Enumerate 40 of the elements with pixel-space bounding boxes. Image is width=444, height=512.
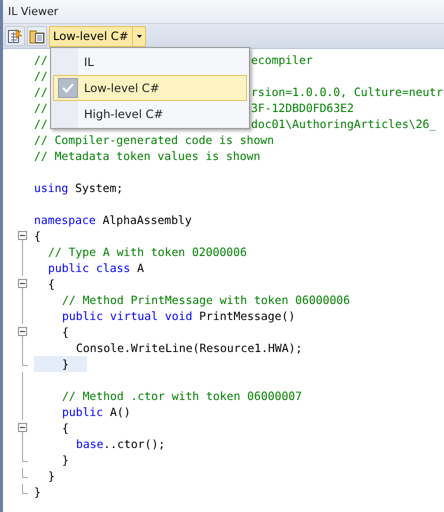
brace: } bbox=[34, 485, 41, 499]
code-line: public class A bbox=[48, 261, 144, 275]
code-comment: doc01\AuthoringArticles\26_ bbox=[251, 117, 436, 131]
code-comment: ecompiler bbox=[251, 53, 313, 67]
code-line: using System; bbox=[34, 180, 124, 196]
code-line: // Method .ctor with token 06000007 bbox=[62, 388, 302, 404]
code-line: public virtual void PrintMessage() bbox=[62, 309, 296, 323]
code-comment: // bbox=[34, 85, 48, 99]
brace: } bbox=[62, 453, 69, 467]
code-line: // Method PrintMessage with token 06000006 bbox=[62, 293, 350, 307]
caret-icon bbox=[136, 34, 142, 38]
brace: { bbox=[34, 229, 41, 243]
code-line: base..ctor(); bbox=[76, 437, 166, 451]
code-comment: // bbox=[34, 101, 48, 115]
window-title: IL Viewer bbox=[3, 0, 444, 24]
code-line: public A() bbox=[62, 405, 131, 419]
code-comment: // bbox=[34, 117, 48, 131]
collapse-icon[interactable] bbox=[18, 231, 27, 240]
brace: { bbox=[48, 277, 55, 291]
menu-item[interactable]: High-level C# bbox=[53, 101, 247, 127]
code-line: // Type A with token 02000006 bbox=[48, 245, 247, 259]
checkmark-icon bbox=[58, 78, 78, 98]
code-line: Console.WriteLine(Resource1.HWA); bbox=[76, 341, 302, 355]
brace: { bbox=[62, 325, 69, 339]
code-line: // Metadata token values is shown bbox=[34, 149, 260, 163]
brace: { bbox=[62, 421, 69, 435]
code-comment: rsion=1.0.0.0, Culture=neutr bbox=[251, 85, 444, 99]
code-comment: // bbox=[34, 53, 48, 67]
code-line: // Compiler-generated code is shown bbox=[34, 133, 274, 147]
view-dropdown[interactable]: Low-level C# bbox=[49, 26, 146, 46]
collapse-icon[interactable] bbox=[18, 423, 27, 432]
code-comment: // bbox=[34, 69, 48, 83]
brace: } bbox=[48, 469, 55, 483]
menu-item[interactable]: IL bbox=[53, 49, 247, 75]
collapse-icon[interactable] bbox=[18, 279, 27, 288]
menu-item[interactable]: Low-level C# bbox=[53, 75, 247, 101]
brace: } bbox=[62, 357, 69, 371]
code-line: namespace AlphaAssembly bbox=[34, 212, 192, 228]
collapse-icon[interactable] bbox=[18, 327, 27, 336]
code-comment: 3F-12DBD0FD63E2 bbox=[251, 101, 354, 115]
